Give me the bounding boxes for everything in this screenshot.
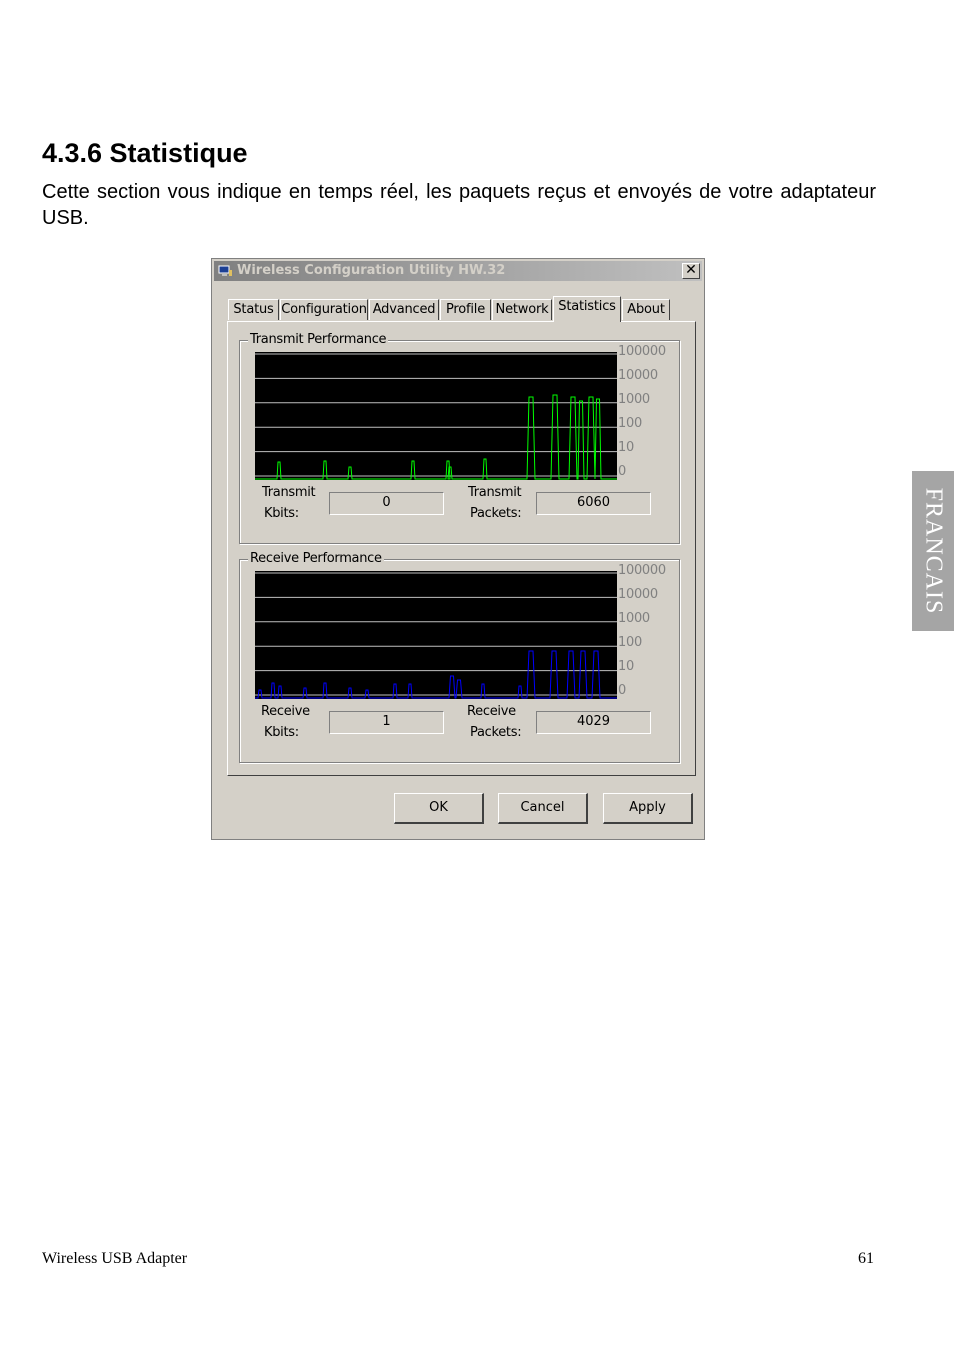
- receive-group-label: Receive Performance: [248, 551, 384, 566]
- rx-axis-label: 10000: [618, 587, 658, 602]
- rx-axis-label: 100: [618, 635, 642, 650]
- transmit-graph: [255, 352, 617, 480]
- section-heading: 4.3.6 Statistique: [42, 138, 248, 168]
- language-side-tab-label: FRANCAIS: [920, 487, 947, 615]
- traffic-trace: [255, 394, 617, 480]
- section-paragraph: Cette section vous indique en temps réel…: [42, 181, 876, 229]
- dialog-titlebar[interactable]: Wireless Configuration Utility HW.32 ✕: [214, 261, 702, 281]
- receive-kbits-label-1: Receive: [261, 704, 310, 719]
- receive-graph: [255, 571, 617, 699]
- cancel-button[interactable]: Cancel: [498, 793, 588, 824]
- wireless-config-dialog: Wireless Configuration Utility HW.32 ✕ T…: [211, 258, 705, 840]
- rx-axis-label: 0: [618, 683, 626, 698]
- rx-axis-label: 10: [618, 659, 634, 674]
- tx-axis-label: 100000: [618, 344, 666, 359]
- transmit-packets-label-1: Transmit: [468, 485, 522, 500]
- tab-about[interactable]: About: [622, 299, 670, 320]
- traffic-trace: [255, 650, 617, 699]
- transmit-packets-label-2: Packets:: [470, 506, 522, 521]
- tx-axis-label: 100: [618, 416, 642, 431]
- statistics-tab-panel: Transmit Performance 100000 10000 1000 1…: [227, 321, 696, 776]
- receive-packets-label-1: Receive: [467, 704, 516, 719]
- transmit-group-label: Transmit Performance: [248, 332, 389, 347]
- tx-axis-label: 10: [618, 440, 634, 455]
- ok-button[interactable]: OK: [394, 793, 484, 824]
- receive-kbits-field: 1: [329, 711, 444, 734]
- transmit-kbits-label-2: Kbits:: [264, 506, 299, 521]
- transmit-kbits-field: 0: [329, 492, 444, 515]
- footer-product-name: Wireless USB Adapter: [42, 1250, 188, 1267]
- tab-status[interactable]: Status: [228, 299, 279, 320]
- tab-configuration[interactable]: Configuration: [280, 299, 368, 320]
- receive-performance-group: Receive Performance 100000 10000 1000 10…: [239, 551, 680, 763]
- apply-button[interactable]: Apply: [603, 793, 693, 824]
- tab-profile[interactable]: Profile: [440, 299, 491, 320]
- receive-packets-label-2: Packets:: [470, 725, 522, 740]
- tab-network[interactable]: Network: [492, 299, 552, 320]
- rx-axis-label: 100000: [618, 563, 666, 578]
- tx-axis-label: 1000: [618, 392, 650, 407]
- tab-advanced[interactable]: Advanced: [369, 299, 439, 320]
- dialog-title: Wireless Configuration Utility HW.32: [237, 263, 506, 278]
- transmit-performance-group: Transmit Performance 100000 10000 1000 1…: [239, 332, 680, 544]
- rx-axis-label: 1000: [618, 611, 650, 626]
- transmit-packets-field: 6060: [536, 492, 651, 515]
- tx-axis-label: 10000: [618, 368, 658, 383]
- network-computer-icon: [218, 265, 232, 276]
- tab-statistics[interactable]: Statistics: [553, 296, 621, 322]
- receive-kbits-label-2: Kbits:: [264, 725, 299, 740]
- receive-packets-field: 4029: [536, 711, 651, 734]
- footer-page-number: 61: [858, 1250, 874, 1267]
- tx-axis-label: 0: [618, 464, 626, 479]
- transmit-kbits-label-1: Transmit: [262, 485, 316, 500]
- close-button[interactable]: ✕: [682, 263, 700, 279]
- language-side-tab: FRANCAIS: [912, 471, 954, 631]
